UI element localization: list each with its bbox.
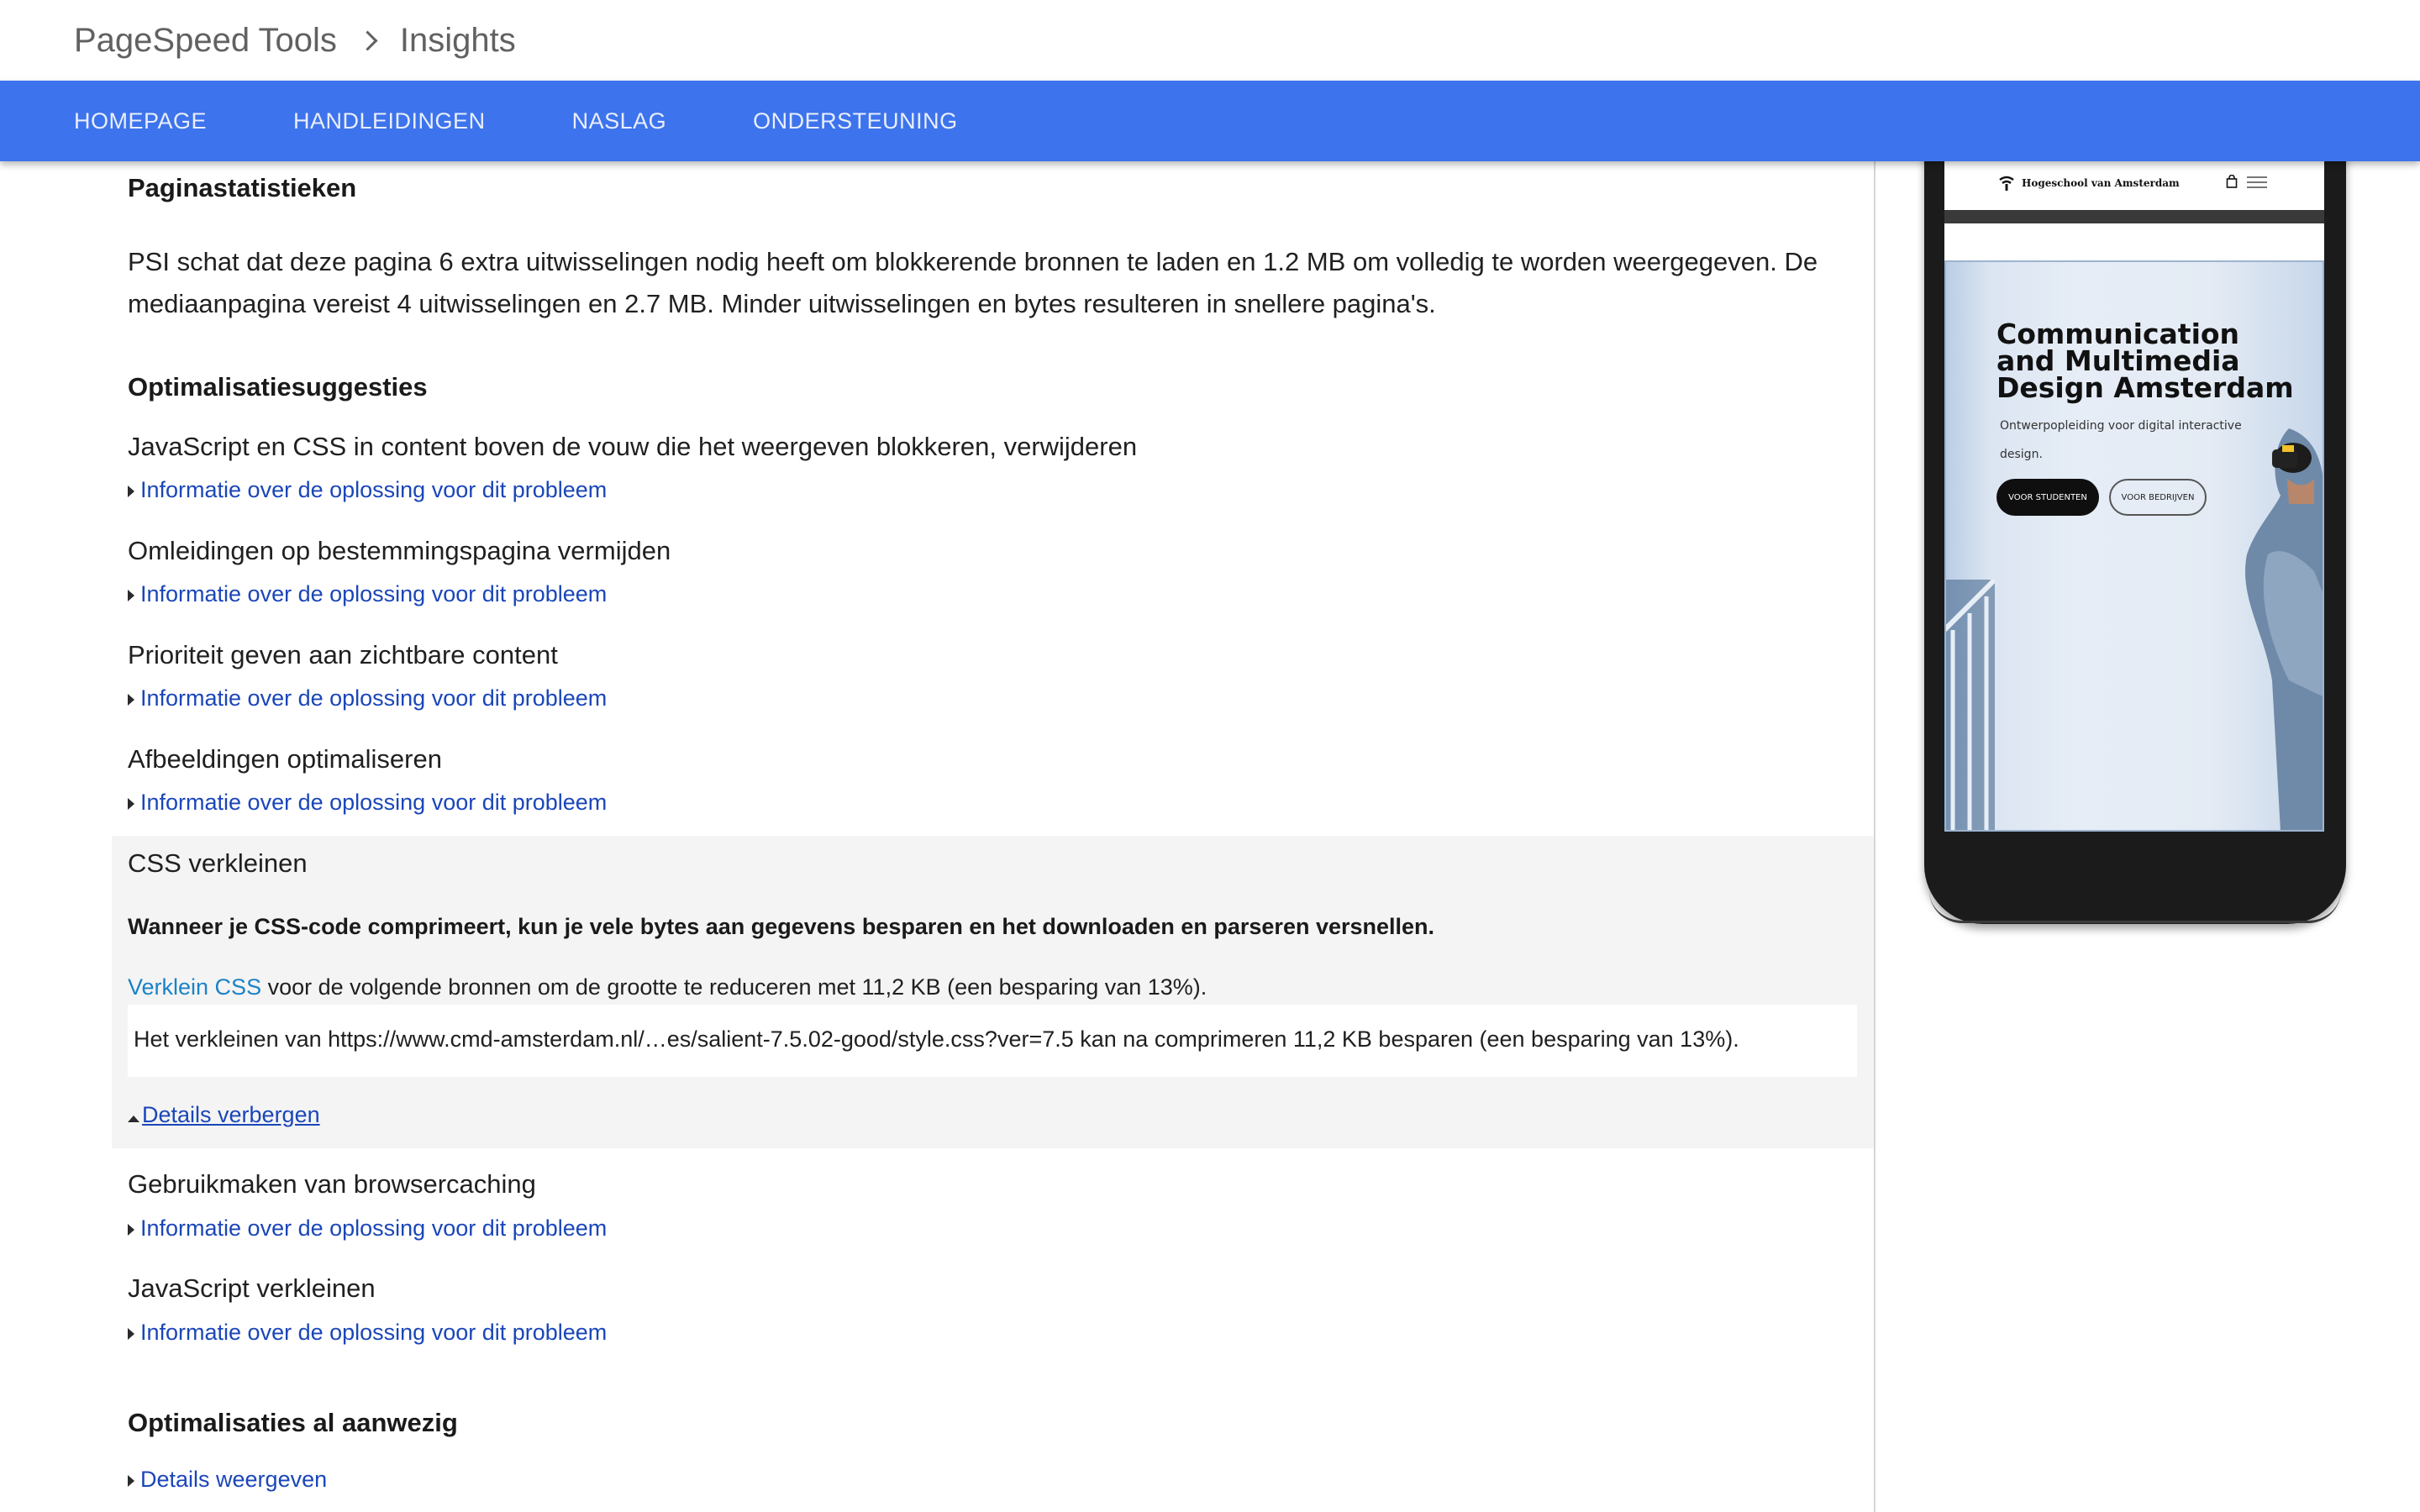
breadcrumb-current[interactable]: Insights bbox=[400, 22, 516, 60]
expand-triangle-icon bbox=[128, 1327, 134, 1340]
rule-info-link-label: Informatie over de oplossing voor dit pr… bbox=[140, 1215, 608, 1241]
expand-triangle-icon bbox=[128, 485, 134, 497]
phone-edge bbox=[1929, 890, 2341, 923]
rule-info-link-minify-js[interactable]: Informatie over de oplossing voor dit pr… bbox=[128, 1320, 607, 1346]
preview-site-header: Hogeschool van Amsterdam bbox=[1944, 161, 2324, 210]
expand-triangle-icon bbox=[128, 1474, 134, 1487]
rule-title-redirects: Omleidingen op bestemmingspagina vermijd… bbox=[128, 536, 671, 565]
rule-title-images: Afbeeldingen optimaliseren bbox=[128, 744, 442, 774]
preview-hero-border bbox=[1944, 260, 2324, 832]
expand-triangle-icon bbox=[128, 693, 134, 706]
mobile-screenshot-preview: Hogeschool van Amsterdam Communication a… bbox=[1944, 161, 2324, 832]
present-title: Optimalisaties al aanwezig bbox=[128, 1408, 458, 1437]
preview-site-logo: Hogeschool van Amsterdam bbox=[1998, 175, 2180, 192]
suggestions-title: Optimalisatiesuggesties bbox=[128, 372, 428, 402]
rule-info-link-render-blocking[interactable]: Informatie over de oplossing voor dit pr… bbox=[128, 477, 607, 503]
rule-info-link-label: Informatie over de oplossing voor dit pr… bbox=[140, 790, 608, 815]
stats-text: PSI schat dat deze pagina 6 extra uitwis… bbox=[128, 247, 1818, 318]
preview-spacer bbox=[1944, 223, 2324, 254]
rule-info-link-label: Informatie over de oplossing voor dit pr… bbox=[140, 477, 608, 502]
chevron-right-icon bbox=[357, 29, 378, 51]
column-divider bbox=[1874, 161, 1876, 1512]
rule-title-minify-css: CSS verkleinen bbox=[128, 848, 308, 878]
rule-detail-minify-css: Verklein CSS voor de volgende bronnen om… bbox=[128, 974, 1207, 1000]
rule-title-visible-content: Prioriteit geven aan zichtbare content bbox=[128, 640, 558, 669]
nav-item-homepage[interactable]: HOMEPAGE bbox=[74, 108, 207, 134]
resource-box: Het verkleinen van https://www.cmd-amste… bbox=[128, 1005, 1857, 1077]
preview-site-name: Hogeschool van Amsterdam bbox=[2022, 177, 2180, 189]
rule-info-link-browser-caching[interactable]: Informatie over de oplossing voor dit pr… bbox=[128, 1215, 607, 1242]
expand-triangle-icon bbox=[128, 1223, 134, 1236]
rule-detail-text: voor de volgende bronnen om de grootte t… bbox=[261, 974, 1207, 1000]
hide-details-label: Details verbergen bbox=[142, 1102, 320, 1127]
hamburger-menu-icon bbox=[2247, 176, 2267, 188]
rule-title-minify-js: JavaScript verkleinen bbox=[128, 1273, 376, 1303]
hva-logo-icon bbox=[1998, 175, 2015, 192]
rule-title-render-blocking: JavaScript en CSS in content boven de vo… bbox=[128, 432, 1138, 461]
breadcrumb: PageSpeed Tools Insights bbox=[74, 0, 516, 81]
collapse-triangle-icon bbox=[128, 1115, 139, 1122]
rule-info-link-redirects[interactable]: Informatie over de oplossing voor dit pr… bbox=[128, 581, 607, 607]
breadcrumb-root[interactable]: PageSpeed Tools bbox=[74, 22, 337, 60]
nav-item-ondersteuning[interactable]: ONDERSTEUNING bbox=[753, 108, 958, 134]
stats-title: Paginastatistieken bbox=[128, 173, 357, 202]
show-details-link[interactable]: Details weergeven bbox=[128, 1467, 327, 1493]
rule-info-link-label: Informatie over de oplossing voor dit pr… bbox=[140, 1320, 608, 1345]
shopping-bag-icon bbox=[2226, 175, 2238, 188]
rule-info-link-images[interactable]: Informatie over de oplossing voor dit pr… bbox=[128, 790, 607, 816]
hide-details-link[interactable]: Details verbergen bbox=[128, 1102, 320, 1128]
rule-info-link-label: Informatie over de oplossing voor dit pr… bbox=[140, 685, 608, 711]
rule-summary-minify-css: Wanneer je CSS-code comprimeert, kun je … bbox=[128, 914, 1435, 939]
rule-info-link-label: Informatie over de oplossing voor dit pr… bbox=[140, 581, 608, 606]
nav-item-handleidingen[interactable]: HANDLEIDINGEN bbox=[293, 108, 486, 134]
minify-css-link[interactable]: Verklein CSS bbox=[128, 974, 261, 1000]
preview-divider-strip bbox=[1944, 210, 2324, 223]
resource-text: Het verkleinen van https://www.cmd-amste… bbox=[134, 1026, 1739, 1052]
nav-item-naslag[interactable]: NASLAG bbox=[572, 108, 667, 134]
show-details-label: Details weergeven bbox=[140, 1467, 328, 1492]
main-nav: HOMEPAGE HANDLEIDINGEN NASLAG ONDERSTEUN… bbox=[0, 81, 2420, 161]
expand-triangle-icon bbox=[128, 797, 134, 810]
top-header: PageSpeed Tools Insights bbox=[0, 0, 2420, 81]
rule-title-browser-caching: Gebruikmaken van browsercaching bbox=[128, 1169, 536, 1199]
expand-triangle-icon bbox=[128, 589, 134, 601]
rule-info-link-visible-content[interactable]: Informatie over de oplossing voor dit pr… bbox=[128, 685, 607, 711]
preview-hero: Communication and Multimedia Design Amst… bbox=[1944, 260, 2324, 832]
